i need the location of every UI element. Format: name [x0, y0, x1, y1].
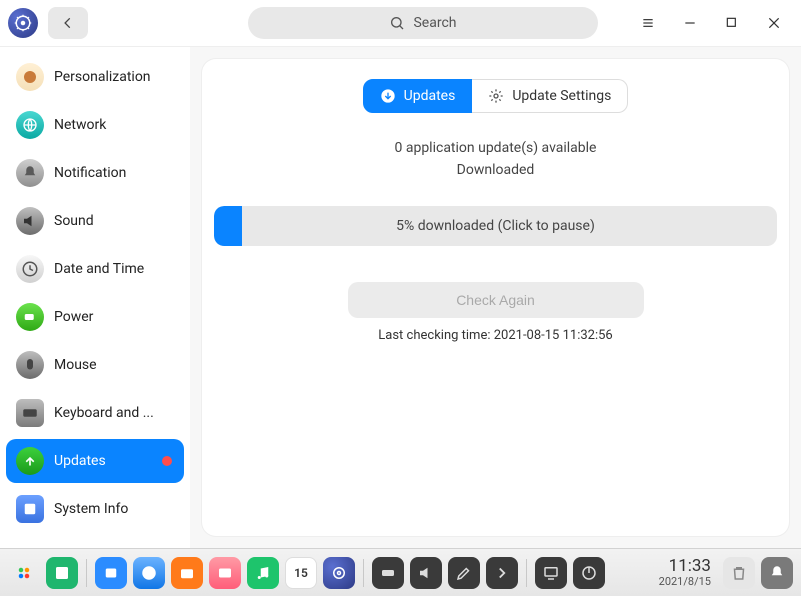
minimize-button[interactable]: [681, 14, 699, 32]
palette-icon: [16, 63, 44, 91]
close-button[interactable]: [765, 14, 783, 32]
sidebar-item-label: Date and Time: [54, 261, 144, 277]
search-icon: [389, 15, 405, 31]
sidebar-item-datetime[interactable]: Date and Time: [6, 247, 184, 291]
tray-notification-icon[interactable]: [761, 557, 793, 589]
sidebar-item-mouse[interactable]: Mouse: [6, 343, 184, 387]
taskbar: 15 11:33 2021/8/15: [0, 548, 801, 596]
sidebar-item-label: Updates: [54, 453, 106, 469]
taskbar-date: 2021/8/15: [659, 576, 711, 588]
multitask-icon[interactable]: [46, 557, 78, 589]
tray-desktop-icon[interactable]: [535, 557, 567, 589]
music-icon[interactable]: [247, 557, 279, 589]
menu-button[interactable]: [639, 14, 657, 32]
tray-expand-icon[interactable]: [486, 557, 518, 589]
sidebar-item-systeminfo[interactable]: System Info: [6, 487, 184, 531]
download-progress[interactable]: 5% downloaded (Click to pause): [214, 206, 777, 246]
files-icon[interactable]: [95, 557, 127, 589]
progress-label: 5% downloaded (Click to pause): [396, 218, 595, 234]
progress-fill: [214, 206, 242, 246]
bell-icon: [16, 159, 44, 187]
search-input[interactable]: Search: [248, 7, 598, 39]
sidebar-item-label: Notification: [54, 165, 126, 181]
network-icon: [16, 111, 44, 139]
tab-label: Updates: [404, 88, 456, 104]
download-icon: [380, 88, 396, 104]
tray-keyboard-icon[interactable]: [372, 557, 404, 589]
calendar-icon[interactable]: 15: [285, 557, 317, 589]
mouse-icon: [16, 351, 44, 379]
status-line-1: 0 application update(s) available: [210, 137, 781, 159]
check-again-button[interactable]: Check Again: [348, 282, 644, 318]
maximize-button[interactable]: [723, 14, 741, 32]
app-logo: [8, 8, 38, 38]
update-icon: [16, 447, 44, 475]
gear-icon: [488, 88, 504, 104]
launcher-icon[interactable]: [8, 557, 40, 589]
sidebar-item-power[interactable]: Power: [6, 295, 184, 339]
tray-power-icon[interactable]: [573, 557, 605, 589]
tab-update-settings[interactable]: Update Settings: [472, 79, 628, 113]
tab-label: Update Settings: [512, 88, 611, 104]
sidebar-item-personalization[interactable]: Personalization: [6, 55, 184, 99]
back-button[interactable]: [48, 7, 88, 39]
tray-edit-icon[interactable]: [448, 557, 480, 589]
sidebar-item-label: Personalization: [54, 69, 151, 85]
sidebar-item-label: Network: [54, 117, 106, 133]
sidebar-item-sound[interactable]: Sound: [6, 199, 184, 243]
sidebar-item-notification[interactable]: Notification: [6, 151, 184, 195]
sidebar-item-label: Power: [54, 309, 93, 325]
info-icon: [16, 495, 44, 523]
tray-trash-icon[interactable]: [723, 557, 755, 589]
taskbar-clock[interactable]: 11:33 2021/8/15: [659, 558, 717, 587]
update-badge-icon: [162, 456, 172, 466]
sidebar-item-updates[interactable]: Updates: [6, 439, 184, 483]
gallery-icon[interactable]: [209, 557, 241, 589]
sidebar-item-label: System Info: [54, 501, 128, 517]
sidebar: Personalization Network Notification Sou…: [0, 47, 190, 548]
tab-group: Updates Update Settings: [210, 79, 781, 113]
sidebar-item-label: Sound: [54, 213, 94, 229]
status-line-2: Downloaded: [210, 159, 781, 181]
settings-taskbar-icon[interactable]: [323, 557, 355, 589]
sidebar-item-keyboard[interactable]: Keyboard and ...: [6, 391, 184, 435]
sidebar-item-label: Keyboard and ...: [54, 405, 154, 421]
last-check-time: Last checking time: 2021-08-15 11:32:56: [210, 328, 781, 343]
sidebar-item-label: Mouse: [54, 357, 97, 373]
battery-icon: [16, 303, 44, 331]
taskbar-time: 11:33: [659, 558, 711, 576]
tray-volume-icon[interactable]: [410, 557, 442, 589]
search-placeholder: Search: [413, 15, 456, 31]
clock-icon: [16, 255, 44, 283]
browser-icon[interactable]: [133, 557, 165, 589]
sidebar-item-network[interactable]: Network: [6, 103, 184, 147]
keyboard-icon: [16, 399, 44, 427]
speaker-icon: [16, 207, 44, 235]
store-icon[interactable]: [171, 557, 203, 589]
tab-updates[interactable]: Updates: [363, 79, 473, 113]
content-panel: Updates Update Settings 0 application up…: [202, 59, 789, 536]
